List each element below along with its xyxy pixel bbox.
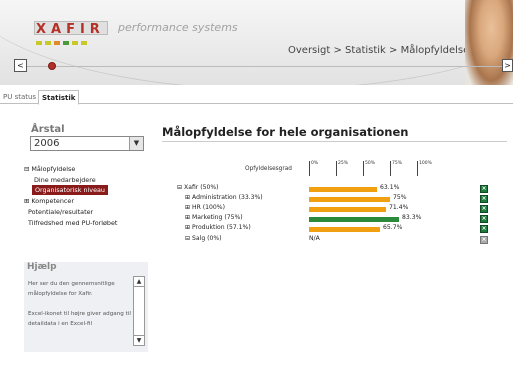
excel-icon[interactable]: × [480,225,488,233]
excel-icon[interactable]: × [480,195,488,203]
chart-value-label: 65.7% [383,224,403,231]
chart-value-label: N/A [309,235,320,242]
chart-bar [309,227,380,232]
chart-row-label[interactable]: ⊟ Xafir (50%) [177,184,219,191]
excel-icon[interactable]: × [480,185,488,193]
chart-value-label: 75% [393,194,407,201]
chart-row-label[interactable]: ⊟ Salg (0%) [185,235,222,242]
chart-row-label[interactable]: ⊞ Produktion (57.1%) [185,224,251,231]
chart-bar [309,197,390,202]
chart-row-label[interactable]: ⊞ Marketing (75%) [185,214,243,221]
chart-value-label: 71.4% [389,204,409,211]
chart-value-label: 83.3% [402,214,422,221]
excel-icon[interactable]: × [480,215,488,223]
chart-value-label: 63.1% [380,184,400,191]
excel-icon[interactable]: × [480,236,488,244]
chart: ⊟ Xafir (50%) 63.1% × ⊞ Administration (33.… [0,0,513,367]
chart-row-label[interactable]: ⊞ HR (100%) [185,204,225,211]
chart-bar [309,217,399,222]
excel-icon[interactable]: × [480,205,488,213]
chart-bar [309,187,377,192]
chart-bar [309,207,386,212]
chart-row-label[interactable]: ⊞ Administration (33.3%) [185,194,263,201]
